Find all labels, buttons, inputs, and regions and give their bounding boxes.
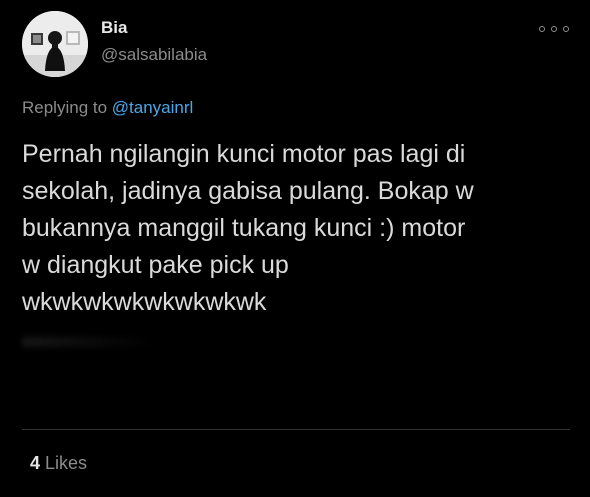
dot-icon [539, 26, 545, 32]
faded-text-artifact [22, 337, 152, 347]
divider [22, 429, 570, 430]
reply-mention-link[interactable]: @tanyainrl [112, 98, 194, 117]
likes-count: 4 [30, 453, 41, 473]
author-name[interactable]: Bia [101, 18, 127, 38]
avatar[interactable] [22, 11, 88, 77]
more-options-icon[interactable] [539, 23, 569, 35]
author-handle[interactable]: @salsabilabia [101, 45, 207, 65]
dot-icon [551, 26, 557, 32]
tweet-text: Pernah ngilangin kunci motor pas lagi di… [22, 140, 474, 316]
tweet-card: Bia @salsabilabia Replying to @tanyainrl… [0, 0, 590, 497]
dot-icon [563, 26, 569, 32]
likes-stat[interactable]: 4 Likes [30, 453, 87, 474]
likes-label: Likes [45, 453, 88, 473]
replying-to-label: Replying to [22, 98, 108, 117]
avatar-image [22, 11, 88, 77]
replying-to: Replying to @tanyainrl [22, 98, 193, 118]
